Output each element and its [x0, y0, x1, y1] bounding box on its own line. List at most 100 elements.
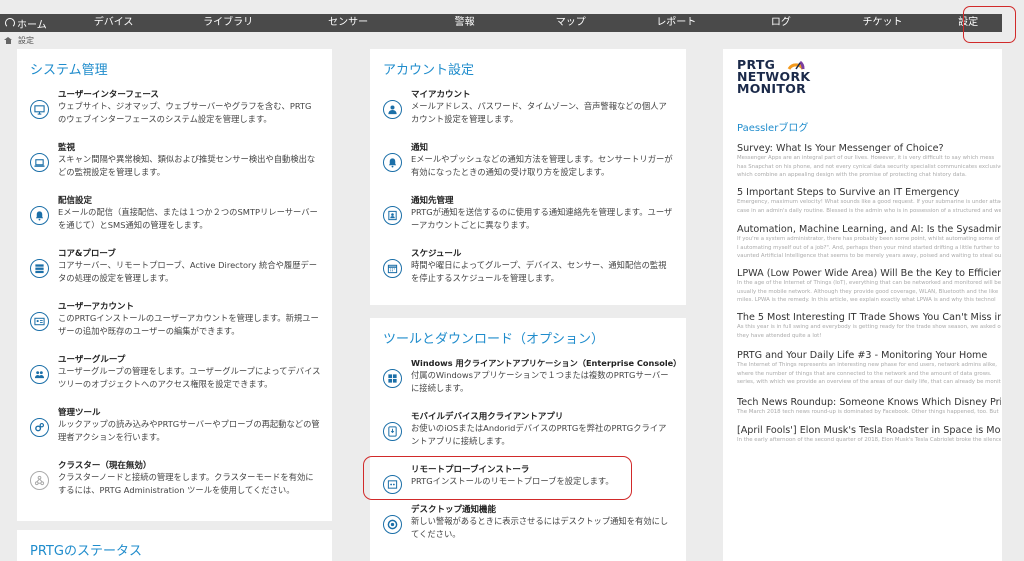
logo-gauge-icon	[787, 60, 805, 70]
mobile-icon	[383, 422, 402, 441]
item-desc: ウェブサイト、ジオマップ、ウェブサーバーやグラフを含む、PRTG のウェブインタ…	[58, 101, 312, 124]
prtg-network-monitor-logo[interactable]: PRTG NETWORK MONITOR	[737, 58, 827, 96]
bell-icon	[383, 153, 402, 172]
item-desc: PRTGが通知を送信するのに使用する通知連絡先を管理します。ユーザーアカウントご…	[411, 207, 673, 230]
blog-post[interactable]: Survey: What Is Your Messenger of Choice…	[737, 143, 1001, 180]
item-title: 管理ツール	[58, 408, 101, 418]
id-card-icon	[30, 312, 49, 331]
user-icon	[383, 100, 402, 119]
post-title[interactable]: PRTG and Your Daily Life #3 - Monitoring…	[737, 350, 1001, 361]
post-title[interactable]: Automation, Machine Learning, and AI: Is…	[737, 224, 1001, 235]
item-title: 監視	[58, 143, 76, 153]
breadcrumb: 設定	[4, 34, 34, 46]
item-desc: Eメールやプッシュなどの通知方法を管理します。センサートリガーが有効になったとき…	[411, 154, 673, 177]
contact-icon	[383, 206, 402, 225]
post-title[interactable]: 5 Important Steps to Survive an IT Emerg…	[737, 187, 1001, 198]
post-title[interactable]: LPWA (Low Power Wide Area) Will Be the K…	[737, 268, 1001, 279]
calendar-icon	[383, 259, 402, 278]
system-admin-panel: システム管理 ユーザーインターフェース ウェブサイト、ジオマップ、ウェブサーバー…	[17, 49, 332, 521]
nav-reports[interactable]: レポート	[622, 14, 732, 32]
item-desc: Eメールの配信（直接配信、または１つか２つのSMTPリレーサーバーを通じて）とS…	[58, 207, 318, 230]
post-title[interactable]: The 5 Most Interesting IT Trade Shows Yo…	[737, 312, 1001, 323]
nav-library[interactable]: ライブラリ	[169, 14, 287, 32]
chrome-icon	[383, 515, 402, 534]
prtg-status-title[interactable]: PRTGのステータス	[30, 540, 142, 559]
blog-title[interactable]: Paesslerブログ	[737, 119, 808, 134]
post-excerpt: The Internet of Things represents an int…	[737, 362, 998, 368]
home-icon[interactable]	[4, 36, 12, 44]
item-title: モバイルデバイス用クライアントアプリ	[411, 412, 564, 422]
post-excerpt: As this year is in full swing and everyb…	[737, 324, 1001, 330]
post-excerpt: series, with which we provide an overvie…	[737, 379, 1001, 385]
item-title: Windows 用クライアントアプリケーション（Enterprise Conso…	[411, 358, 682, 368]
logo-line-3: MONITOR	[737, 81, 807, 96]
item-desc: 付属のWindowsアプリケーションで１つまたは複数のPRTGサーバーに接続しま…	[411, 370, 669, 393]
blog-post[interactable]: [April Fools'] Elon Musk's Tesla Roadste…	[737, 425, 1001, 445]
item-title: クラスター（現在無効）	[58, 461, 152, 471]
nav-devices[interactable]: デバイス	[58, 14, 170, 32]
item-title: 通知先管理	[411, 196, 454, 206]
post-title[interactable]: Survey: What Is Your Messenger of Choice…	[737, 143, 1001, 154]
nav-home-label: ホーム	[17, 19, 47, 31]
item-desc: スキャン間隔や異常検知、類似および推奨センサー検出や自動検出などの監視設定を管理…	[58, 154, 316, 177]
blog-post[interactable]: The 5 Most Interesting IT Trade Shows Yo…	[737, 312, 1001, 340]
item-title: 配信設定	[58, 196, 93, 206]
post-title[interactable]: Tech News Roundup: Someone Knows Which D…	[737, 397, 1001, 408]
item-desc: お使いのiOSまたはAndoridデバイスのPRTGを弊社のPRTGクライアント…	[411, 423, 667, 446]
bell-icon	[30, 206, 49, 225]
setup-highlight-box	[963, 6, 1016, 43]
item-desc: ルックアップの読み込みやPRTGサーバーやプローブの再起動などの管理者アクション…	[58, 419, 320, 442]
post-excerpt: miles. LPWA is the remedy. In this artic…	[737, 297, 996, 303]
post-excerpt: In the age of the Internet of Things (Io…	[737, 280, 1001, 286]
item-title: スケジュール	[411, 249, 462, 259]
nav-maps[interactable]: マップ	[520, 14, 622, 32]
item-title: コア&プローブ	[58, 249, 116, 259]
item-desc: コアサーバー、リモートプローブ、Active Directory 統合や履歴デー…	[58, 260, 318, 283]
post-excerpt: vaunted Artificial Intelligence that see…	[737, 253, 1001, 259]
account-settings-panel: アカウント設定 マイアカウント メールアドレス、パスワード、タイムゾーン、音声警…	[370, 49, 686, 305]
laptop-icon	[30, 153, 49, 172]
post-excerpt: The March 2018 tech news round-up is dom…	[737, 409, 999, 415]
blog-post[interactable]: PRTG and Your Daily Life #3 - Monitoring…	[737, 350, 1001, 387]
breadcrumb-current: 設定	[18, 35, 34, 45]
item-desc: 新しい警報があるときに表示させるにはデスクトップ通知を有効にしてください。	[411, 516, 669, 539]
account-settings-title: アカウント設定	[383, 63, 475, 78]
post-excerpt: which combine an appealing design with t…	[737, 172, 967, 178]
post-excerpt: Messenger Apps are an integral part of o…	[737, 155, 995, 161]
nav-home[interactable]: ホーム	[0, 14, 58, 32]
post-excerpt: In the early afternoon of the second qua…	[737, 437, 1001, 443]
item-title: ユーザーインターフェース	[58, 90, 159, 100]
item-desc: このPRTGインストールのユーザーアカウントを管理します。新規ユーザーの追加や既…	[58, 313, 319, 336]
blog-post[interactable]: 5 Important Steps to Survive an IT Emerg…	[737, 187, 1001, 215]
post-excerpt: Emergency, maximum velocity! What sounds…	[737, 199, 1001, 205]
nav-tickets[interactable]: チケット	[831, 14, 935, 32]
tools-downloads-title: ツールとダウンロード（オプション）	[383, 332, 605, 347]
nav-logs[interactable]: ログ	[731, 14, 831, 32]
cluster-icon	[30, 471, 49, 490]
nav-alarms[interactable]: 警報	[409, 14, 520, 32]
tools-downloads-panel: ツールとダウンロード（オプション） Windows 用クライアントアプリケーショ…	[370, 318, 686, 561]
users-icon	[30, 365, 49, 384]
item-title: ユーザーアカウント	[58, 302, 134, 312]
item-desc: 時間や曜日によってグループ、デバイス、センサー、通知配信の監視を停止するスケジュ…	[411, 260, 667, 283]
post-excerpt: I automating myself out of a job?". And,…	[737, 244, 1000, 251]
post-excerpt: case in an admin's daily routine. Blesse…	[737, 207, 1001, 214]
post-title[interactable]: [April Fools'] Elon Musk's Tesla Roadste…	[737, 425, 1001, 436]
blog-post[interactable]: Tech News Roundup: Someone Knows Which D…	[737, 397, 1001, 417]
gears-icon	[30, 418, 49, 437]
item-title: マイアカウント	[411, 90, 471, 100]
blog-post[interactable]: LPWA (Low Power Wide Area) Will Be the K…	[737, 268, 1001, 305]
server-icon	[30, 259, 49, 278]
item-title: ユーザーグループ	[58, 355, 126, 365]
item-desc: メールアドレス、パスワード、タイムゾーン、音声警報などの個人アカウント設定を管理…	[411, 101, 667, 124]
top-nav: ホーム デバイス ライブラリ センサー 警報 マップ レポート ログ チケット …	[0, 14, 1002, 32]
post-excerpt: has Snapchat on his phone, and not every…	[737, 163, 1001, 170]
remote-probe-highlight-box	[363, 456, 632, 500]
post-excerpt: where the number of things that are conn…	[737, 370, 992, 377]
post-excerpt: If you're a system administrator, there …	[737, 236, 1001, 242]
windows-icon	[383, 369, 402, 388]
item-desc: クラスターノードと接続の管理をします。クラスターモードを有効にするには、PRTG…	[58, 472, 314, 495]
nav-sensors[interactable]: センサー	[287, 14, 410, 32]
blog-post[interactable]: Automation, Machine Learning, and AI: Is…	[737, 224, 1001, 261]
item-title: デスクトップ通知機能	[411, 505, 497, 515]
